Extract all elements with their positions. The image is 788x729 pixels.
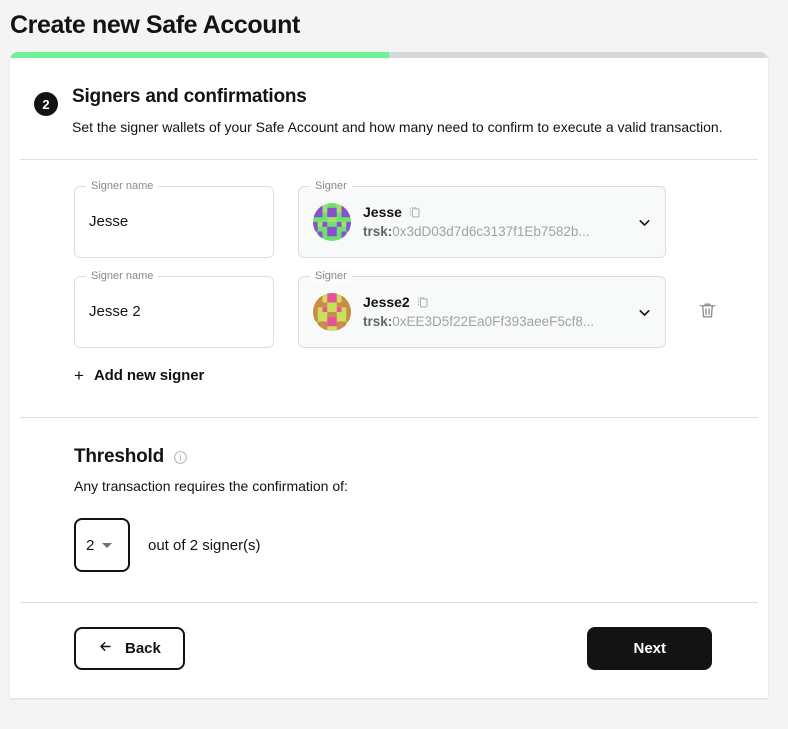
back-button-label: Back — [125, 640, 161, 657]
signer-select-field[interactable]: Signer — [298, 270, 666, 348]
step-subtitle: Set the signer wallets of your Safe Acco… — [72, 119, 723, 135]
chevron-down-icon — [102, 542, 113, 548]
signer-row: Signer name Jesse Signer Jesse trsk:0x3d… — [34, 180, 744, 258]
step-title: Signers and confirmations — [72, 86, 307, 107]
signer-select-field[interactable]: Signer — [298, 180, 666, 258]
signer-name-value: Jesse — [89, 213, 129, 230]
threshold-selected-value: 2 — [86, 536, 95, 554]
copy-icon[interactable] — [408, 206, 421, 219]
plus-icon: + — [74, 366, 84, 385]
signer-field-label: Signer — [310, 270, 352, 283]
signer-address: trsk:0x3dD03d7d6c3137f1Eb7582b... — [363, 223, 630, 241]
page-title: Create new Safe Account — [10, 11, 300, 39]
signer-display-name: Jesse — [363, 204, 402, 220]
arrow-left-icon — [98, 639, 113, 658]
signers-section: Signer name Jesse Signer Jesse trsk:0x3d… — [10, 160, 768, 417]
delete-placeholder — [690, 186, 724, 258]
threshold-out-of-label: out of 2 signer(s) — [148, 536, 261, 554]
signer-name-label: Signer name — [86, 270, 159, 283]
chevron-down-icon[interactable] — [636, 304, 653, 321]
chevron-down-icon[interactable] — [636, 214, 653, 231]
create-safe-card: 2 Signers and confirmations Set the sign… — [10, 52, 768, 698]
signer-row: Signer name Jesse 2 Signer Jesse2 trsk:0… — [34, 270, 744, 348]
threshold-title: Threshold — [74, 446, 165, 467]
copy-icon[interactable] — [416, 296, 429, 309]
signer-avatar-identicon — [313, 293, 351, 331]
info-icon[interactable] — [173, 450, 188, 465]
signer-address-prefix: trsk: — [363, 224, 393, 239]
signer-name-field[interactable]: Signer name Jesse 2 — [74, 270, 274, 348]
signer-name-field[interactable]: Signer name Jesse — [74, 180, 274, 258]
signer-avatar-identicon — [313, 203, 351, 241]
signer-display-name: Jesse2 — [363, 294, 410, 310]
next-button[interactable]: Next — [587, 627, 712, 670]
signer-address: trsk:0xEE3D5f22Ea0Ff393aeeF5cf8... — [363, 313, 630, 331]
step-number-badge: 2 — [34, 92, 58, 116]
back-button[interactable]: Back — [74, 627, 185, 670]
footer-actions: Back Next — [10, 603, 768, 698]
delete-signer-button[interactable] — [690, 276, 724, 348]
signer-name-value: Jesse 2 — [89, 303, 141, 320]
threshold-select[interactable]: 2 — [74, 518, 130, 572]
signer-field-label: Signer — [310, 180, 352, 193]
threshold-section: Threshold Any transaction requires the c… — [10, 418, 768, 602]
signer-address-prefix: trsk: — [363, 314, 393, 329]
trash-icon — [698, 300, 717, 324]
threshold-description: Any transaction requires the confirmatio… — [74, 478, 348, 494]
add-new-signer-button[interactable]: + Add new signer — [34, 366, 210, 385]
add-new-signer-label: Add new signer — [93, 367, 205, 384]
step-header: 2 Signers and confirmations Set the sign… — [10, 58, 768, 159]
signer-address-value: 0xEE3D5f22Ea0Ff393aeeF5cf8... — [392, 314, 595, 329]
signer-name-label: Signer name — [86, 180, 159, 193]
signer-address-value: 0x3dD03d7d6c3137f1Eb7582b... — [392, 224, 590, 239]
